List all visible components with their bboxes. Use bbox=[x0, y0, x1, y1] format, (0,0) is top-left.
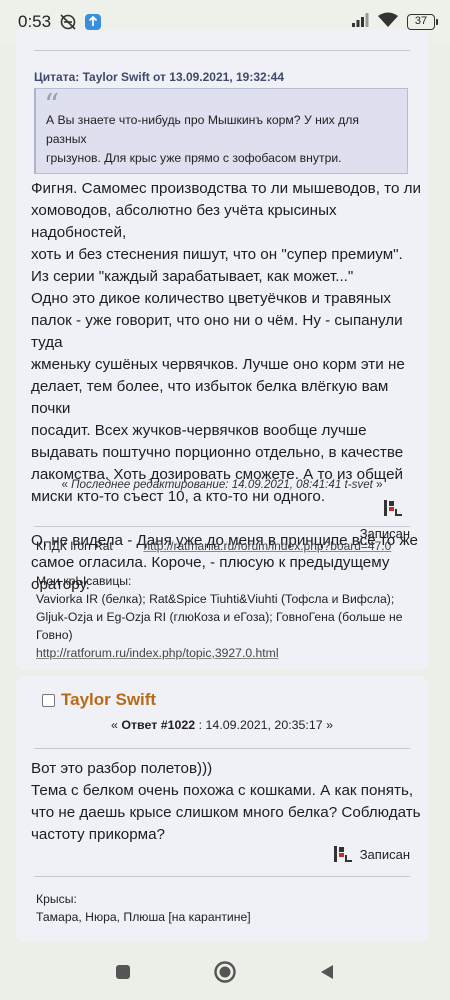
do-not-disturb-off-icon bbox=[59, 13, 77, 31]
signature: Крысы: Тамара, Нюра, Плюша [на карантине… bbox=[36, 890, 416, 926]
last-edited-note: « Последнее редактирование: 14.09.2021, … bbox=[61, 478, 383, 491]
signature-rats: Мои крЫсавицы: Vaviorka IR (белка); Rat&… bbox=[36, 572, 416, 662]
signature-club: КПДК Iron Rat http://ratmania.ru/forum/i… bbox=[36, 539, 391, 553]
poster-header: Taylor Swift bbox=[42, 690, 156, 710]
poster-name[interactable]: Taylor Swift bbox=[61, 690, 156, 710]
signature-title: Крысы: bbox=[36, 892, 77, 906]
reply-meta: « Ответ #1022 : 14.09.2021, 20:35:17 » bbox=[111, 718, 333, 732]
logged-status bbox=[384, 500, 410, 516]
quote-text: А Вы знаете что-нибудь про Мышкинъ корм?… bbox=[46, 113, 359, 165]
divider bbox=[34, 876, 410, 877]
upload-notification-icon bbox=[85, 14, 102, 30]
battery-level: 37 bbox=[407, 14, 435, 30]
post-body: Вот это разбор полетов))) Тема с белком … bbox=[31, 760, 421, 843]
signature-club-link[interactable]: http://ratmania.ru/forum/index.php?board… bbox=[143, 539, 391, 553]
logged-label: Записан bbox=[359, 846, 410, 862]
battery-icon: 37 bbox=[407, 14, 438, 30]
home-button[interactable] bbox=[210, 957, 240, 987]
status-time: 0:53 bbox=[18, 12, 52, 31]
logged-status: Записан bbox=[333, 846, 410, 862]
post-card: Taylor Swift « Ответ #1022 : 14.09.2021,… bbox=[16, 676, 428, 942]
divider bbox=[34, 526, 410, 527]
quote-header[interactable]: Цитата: Taylor Swift от 13.09.2021, 19:3… bbox=[34, 70, 284, 84]
quote-mark-icon: “ bbox=[44, 88, 60, 123]
post-select-checkbox[interactable] bbox=[42, 693, 55, 707]
divider bbox=[34, 50, 410, 51]
signature-rats-link[interactable]: http://ratforum.ru/index.php/topic,3927.… bbox=[36, 646, 279, 660]
system-nav-bar bbox=[0, 944, 450, 1000]
report-icon[interactable] bbox=[384, 500, 402, 516]
divider bbox=[34, 748, 410, 749]
signature-rats-title: Мои крЫсавицы: bbox=[36, 574, 132, 588]
quote-block: “ А Вы знаете что-нибудь про Мышкинъ кор… bbox=[34, 88, 408, 174]
reply-number-link[interactable]: Ответ #1022 bbox=[121, 718, 195, 732]
signature-club-label: КПДК Iron Rat bbox=[36, 539, 113, 553]
recents-button[interactable] bbox=[108, 957, 138, 987]
signature-text: Тамара, Нюра, Плюша [на карантине] bbox=[36, 910, 251, 924]
back-button[interactable] bbox=[312, 957, 342, 987]
post-card: Цитата: Taylor Swift от 13.09.2021, 19:3… bbox=[16, 30, 428, 670]
report-icon[interactable] bbox=[333, 846, 352, 862]
